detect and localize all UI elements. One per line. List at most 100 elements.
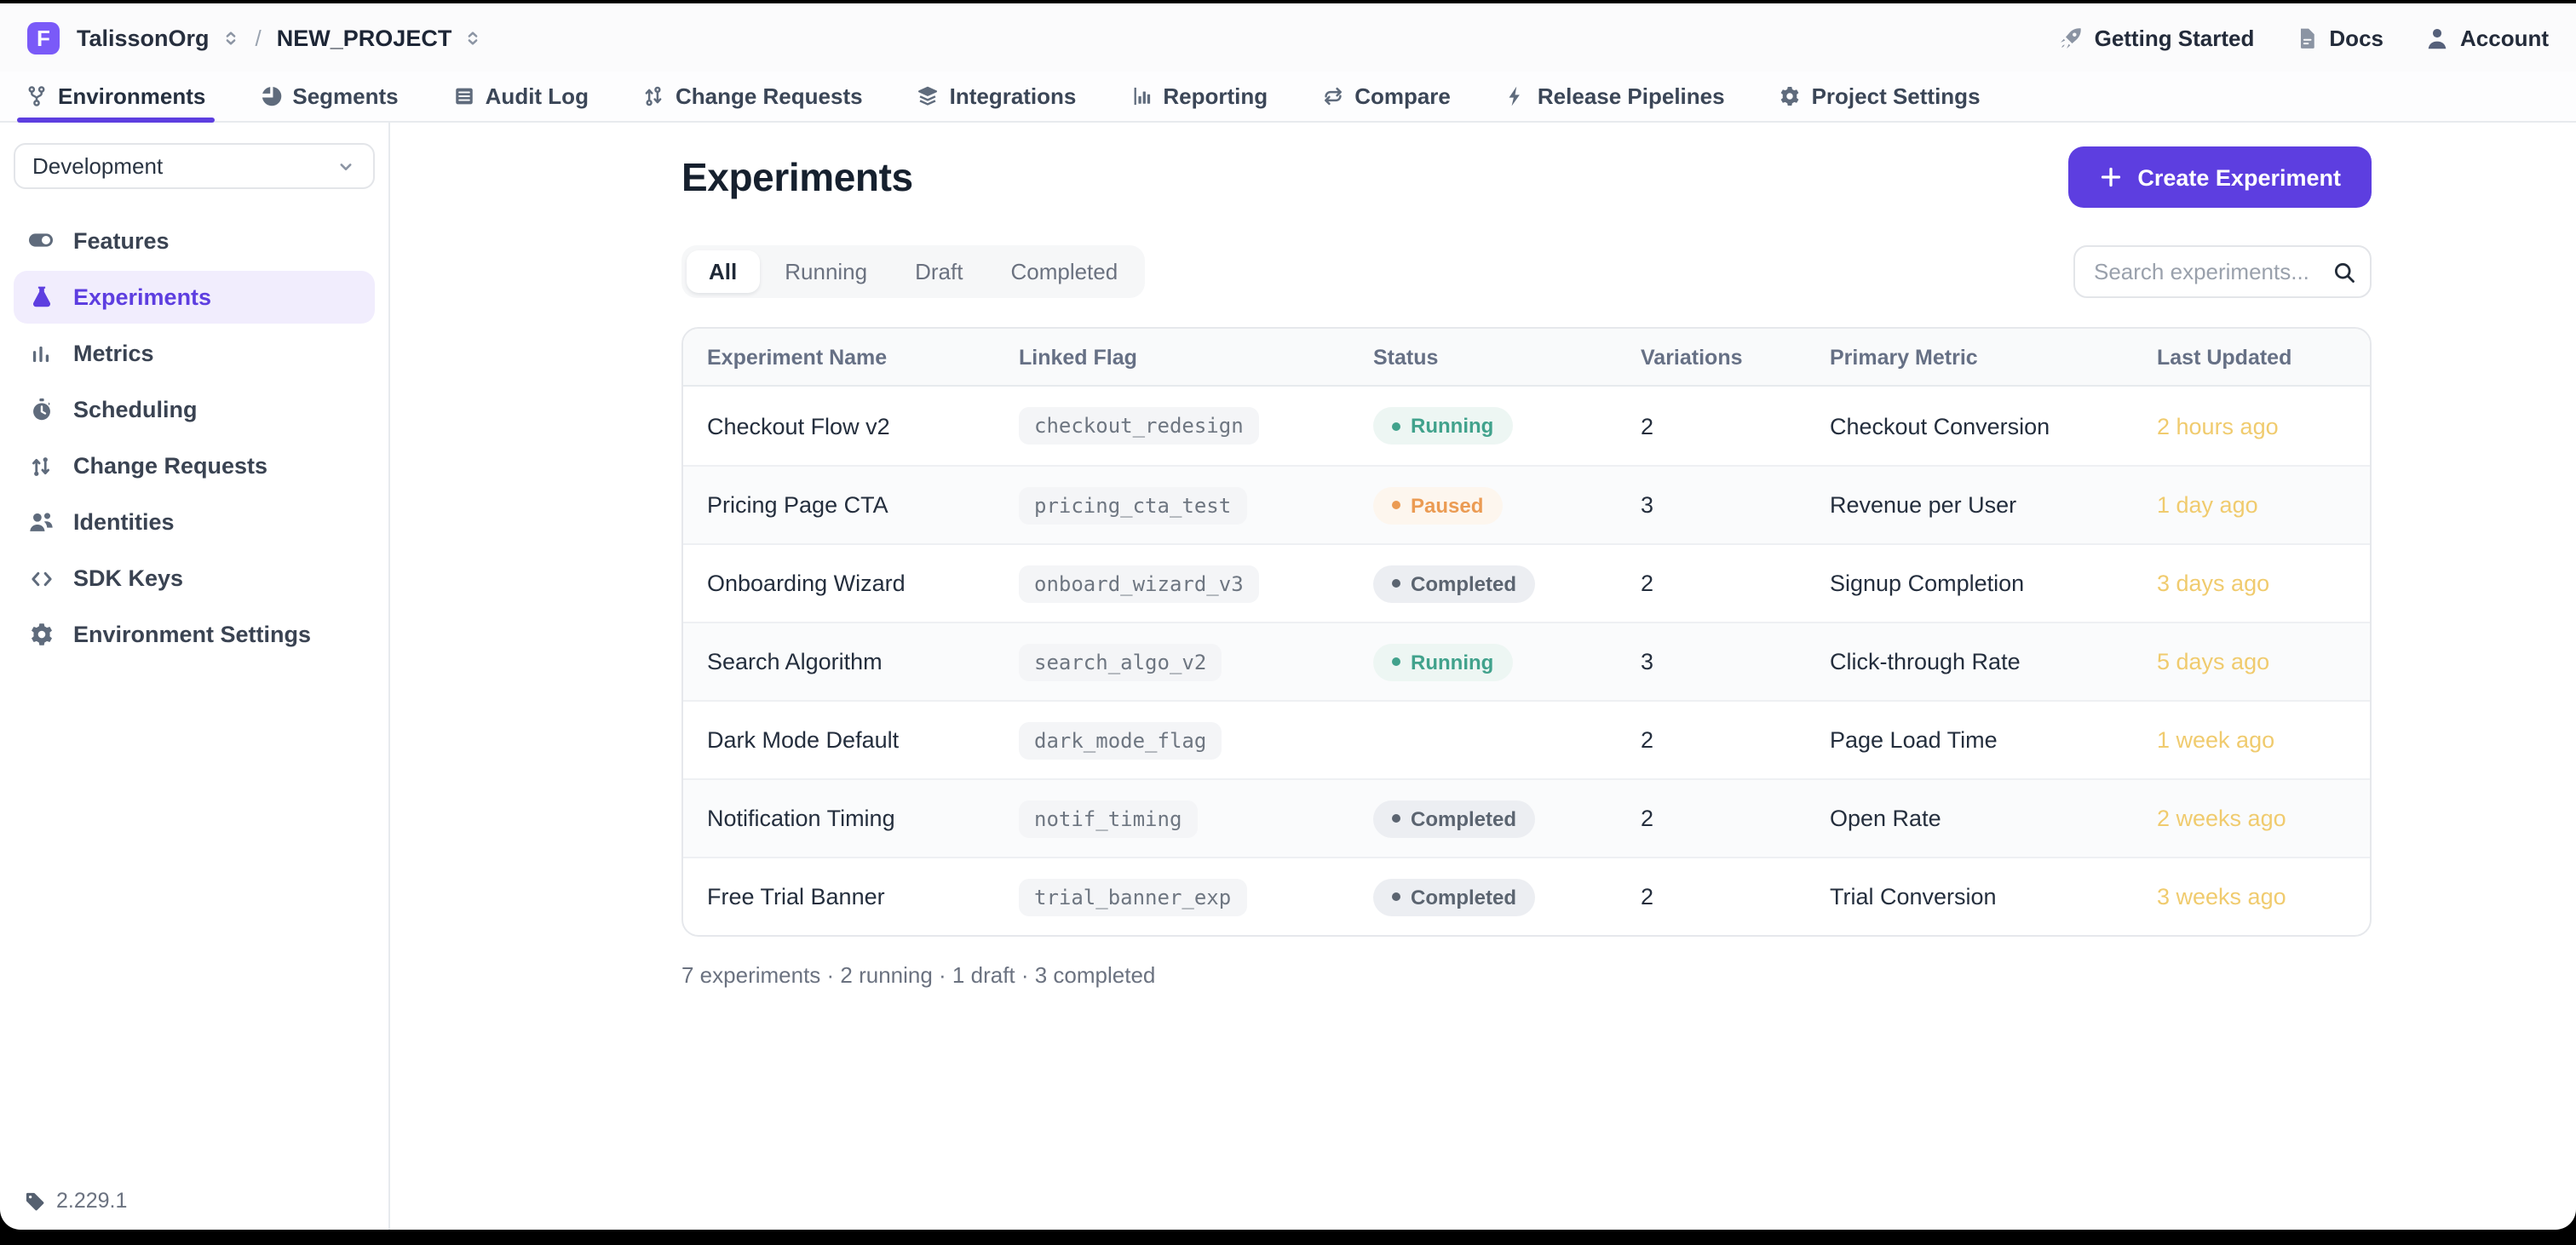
status-filter-tabs: All Running Draft Completed: [681, 245, 1145, 298]
tab-label: Project Settings: [1812, 83, 1981, 109]
variations-count: 2: [1641, 571, 1830, 596]
code-icon: [27, 566, 55, 590]
linked-flag-chip: pricing_cta_test: [1019, 486, 1246, 524]
last-updated: 1 week ago: [2157, 727, 2346, 753]
content-area: Development Features Experiments: [0, 123, 2576, 1230]
tab-environments[interactable]: Environments: [17, 72, 214, 121]
column-header-experiment-name: Experiment Name: [707, 345, 1019, 369]
table-header: Experiment Name Linked Flag Status Varia…: [683, 329, 2370, 387]
tag-icon: [24, 1190, 46, 1212]
account-label: Account: [2460, 25, 2549, 50]
experiment-name: Onboarding Wizard: [707, 571, 1019, 596]
metrics-icon: [27, 341, 55, 365]
tab-change-requests[interactable]: Change Requests: [635, 72, 871, 121]
filter-tab-draft[interactable]: Draft: [893, 250, 985, 293]
variations-count: 2: [1641, 806, 1830, 831]
sidebar-item-label: Environment Settings: [73, 622, 311, 647]
primary-metric: Revenue per User: [1830, 492, 2157, 518]
table-row[interactable]: Pricing Page CTA pricing_cta_test Paused…: [683, 465, 2370, 543]
users-icon: [27, 509, 55, 535]
experiment-name: Search Algorithm: [707, 649, 1019, 674]
last-updated: 2 weeks ago: [2157, 806, 2346, 831]
table-row[interactable]: Checkout Flow v2 checkout_redesign Runni…: [683, 387, 2370, 465]
sidebar-item-scheduling[interactable]: Scheduling: [14, 383, 375, 436]
variations-count: 3: [1641, 649, 1830, 674]
sidebar-item-sdk-keys[interactable]: SDK Keys: [14, 552, 375, 605]
pull-request-icon: [27, 454, 55, 478]
sidebar-item-change-requests[interactable]: Change Requests: [14, 439, 375, 492]
version-label: 2.229.1: [56, 1189, 127, 1213]
last-updated: 2 hours ago: [2157, 413, 2346, 439]
experiment-name: Notification Timing: [707, 806, 1019, 831]
create-experiment-button[interactable]: Create Experiment: [2067, 146, 2372, 208]
last-updated: 3 days ago: [2157, 571, 2346, 596]
app-version: 2.229.1: [24, 1189, 127, 1213]
account-link[interactable]: Account: [2424, 25, 2549, 50]
tab-release-pipelines[interactable]: Release Pipelines: [1497, 72, 1734, 121]
status-badge: Running: [1373, 643, 1512, 680]
table-row[interactable]: Search Algorithm search_algo_v2 Running …: [683, 622, 2370, 700]
sidebar-item-identities[interactable]: Identities: [14, 496, 375, 548]
environment-select[interactable]: Development: [14, 143, 375, 189]
app-window: F TalissonOrg / NEW_PROJECT Getting Star…: [0, 3, 2576, 1230]
branch-icon: [26, 85, 48, 107]
table-row[interactable]: Notification Timing notif_timing Complet…: [683, 778, 2370, 857]
search-input[interactable]: [2073, 245, 2372, 298]
last-updated: 5 days ago: [2157, 649, 2346, 674]
search-box: [2073, 245, 2372, 298]
tab-project-settings[interactable]: Project Settings: [1771, 72, 1989, 121]
linked-flag-chip: trial_banner_exp: [1019, 878, 1246, 915]
sidebar-item-label: Experiments: [73, 284, 211, 310]
tab-reporting[interactable]: Reporting: [1122, 72, 1276, 121]
sidebar-item-environment-settings[interactable]: Environment Settings: [14, 608, 375, 661]
sidebar-item-experiments[interactable]: Experiments: [14, 271, 375, 324]
org-switcher[interactable]: TalissonOrg: [77, 25, 240, 50]
sidebar-item-metrics[interactable]: Metrics: [14, 327, 375, 380]
tab-label: Reporting: [1163, 83, 1268, 109]
sidebar-item-label: Identities: [73, 509, 175, 535]
filter-tab-running[interactable]: Running: [762, 250, 889, 293]
page-title: Experiments: [681, 154, 913, 200]
tab-label: Segments: [292, 83, 398, 109]
docs-link[interactable]: Docs: [2295, 25, 2383, 50]
primary-metric: Checkout Conversion: [1830, 413, 2157, 439]
tab-compare[interactable]: Compare: [1314, 72, 1459, 121]
linked-flag-chip: onboard_wizard_v3: [1019, 565, 1259, 602]
table-row[interactable]: Onboarding Wizard onboard_wizard_v3 Comp…: [683, 543, 2370, 622]
list-icon: [453, 85, 475, 107]
chevron-down-icon: [336, 156, 356, 176]
experiments-summary: 7 experiments · 2 running · 1 draft · 3 …: [681, 962, 2372, 988]
app-logo[interactable]: F: [27, 21, 60, 54]
page-header: Experiments Create Experiment: [681, 146, 2372, 208]
last-updated: 1 day ago: [2157, 492, 2346, 518]
filter-tab-all[interactable]: All: [687, 250, 759, 293]
lightning-icon: [1505, 85, 1527, 107]
status-dot-icon: [1392, 892, 1400, 901]
experiments-table: Experiment Name Linked Flag Status Varia…: [681, 327, 2372, 937]
sidebar-item-label: Change Requests: [73, 453, 267, 479]
status-badge: Completed: [1373, 565, 1535, 602]
layers-icon: [917, 85, 940, 107]
status-badge: Running: [1373, 407, 1512, 445]
project-switcher[interactable]: NEW_PROJECT: [277, 25, 483, 50]
table-row[interactable]: Free Trial Banner trial_banner_exp Compl…: [683, 857, 2370, 935]
tab-integrations[interactable]: Integrations: [909, 72, 1085, 121]
primary-metric: Signup Completion: [1830, 571, 2157, 596]
rocket-icon: [2059, 25, 2084, 50]
tab-segments[interactable]: Segments: [251, 72, 406, 121]
status-badge: Completed: [1373, 878, 1535, 915]
topbar: F TalissonOrg / NEW_PROJECT Getting Star…: [0, 3, 2576, 72]
getting-started-link[interactable]: Getting Started: [2059, 25, 2255, 50]
table-row[interactable]: Dark Mode Default dark_mode_flag 2 Page …: [683, 700, 2370, 778]
sidebar-item-features[interactable]: Features: [14, 213, 375, 267]
status-dot-icon: [1392, 657, 1400, 666]
viewport: F TalissonOrg / NEW_PROJECT Getting Star…: [0, 3, 2576, 1245]
sidebar: Development Features Experiments: [0, 123, 390, 1230]
tab-label: Environments: [58, 83, 205, 109]
experiment-name: Dark Mode Default: [707, 727, 1019, 753]
tab-audit-log[interactable]: Audit Log: [445, 72, 597, 121]
pull-request-icon: [643, 85, 665, 107]
filter-tab-completed[interactable]: Completed: [988, 250, 1140, 293]
tab-label: Compare: [1354, 83, 1451, 109]
sidebar-menu: Features Experiments Metrics: [0, 213, 388, 661]
